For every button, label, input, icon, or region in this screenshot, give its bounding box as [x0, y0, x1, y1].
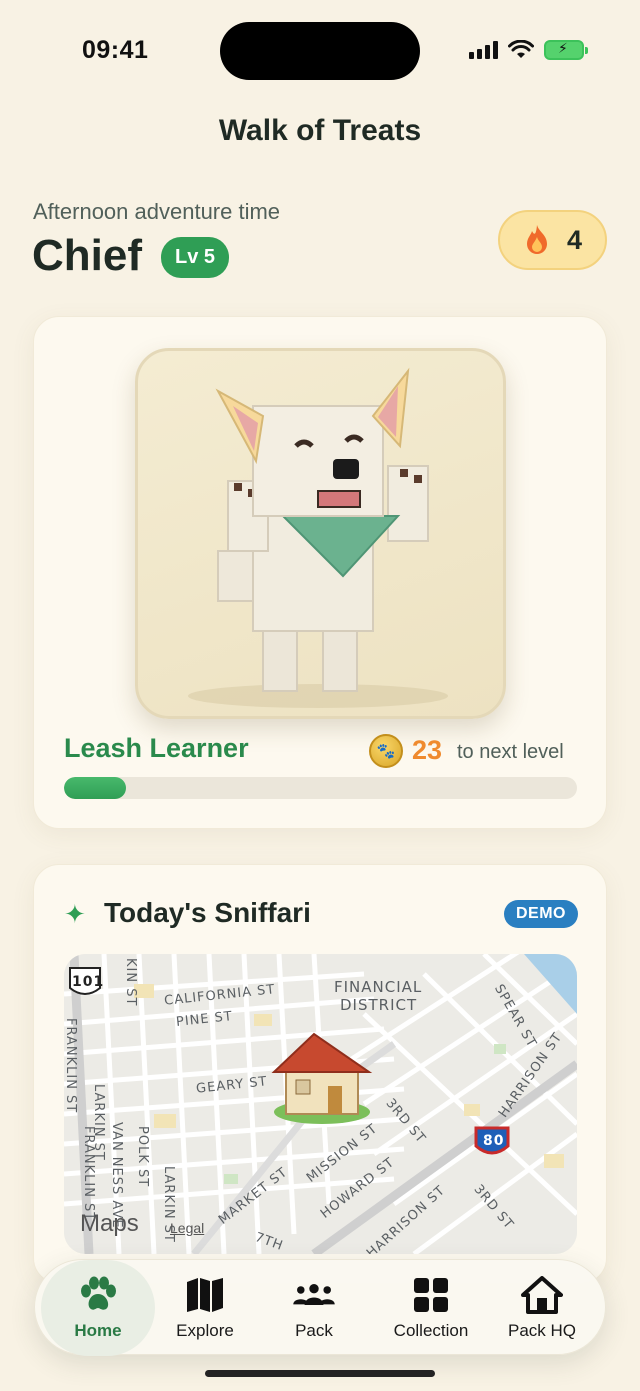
sparkle-icon: ✦ [64, 899, 86, 929]
group-icon [292, 1275, 336, 1315]
sniffari-card: ✦ Today's Sniffari DEMO 101 80 CALIFORNI… [33, 864, 607, 1284]
sniffari-title: Today's Sniffari [104, 897, 311, 928]
paw-coin-icon: 🐾 [369, 734, 403, 768]
tab-pack[interactable]: Pack [257, 1260, 371, 1356]
map-label-district: DISTRICT [340, 996, 418, 1014]
streak-pill[interactable]: 4 [498, 210, 607, 270]
tab-collection-label: Collection [393, 1321, 469, 1340]
map-label-101: 101 [72, 974, 105, 990]
grid-icon [409, 1275, 453, 1315]
app-title: Walk of Treats [218, 114, 422, 147]
paw-icon [76, 1275, 120, 1315]
tab-bar: Home Explore Pack Collection Pack HQ [34, 1259, 606, 1356]
dog-card: Leash Learner 🐾 23 to next level [33, 316, 607, 829]
xp-progress-bar [64, 777, 577, 799]
map-icon [183, 1275, 227, 1315]
map-label-franklin-2: FRANKLIN ST [81, 1126, 96, 1222]
streak-count: 4 [566, 224, 583, 255]
flame-icon [526, 225, 547, 254]
house-icon [520, 1275, 564, 1315]
level-badge: Lv 5 [161, 237, 230, 278]
demo-badge: DEMO [504, 900, 578, 928]
tab-pack-hq[interactable]: Pack HQ [485, 1260, 599, 1356]
status-icons: ⚡ [469, 40, 588, 60]
tab-explore[interactable]: Explore [148, 1260, 262, 1356]
maps-brand: Maps [80, 1210, 139, 1237]
tab-explore-label: Explore [176, 1321, 234, 1340]
map-label-80: 80 [483, 1133, 505, 1149]
map-label-franklin-1: FRANKLIN ST [64, 1018, 78, 1114]
map-label-polk: POLK ST [135, 1126, 150, 1188]
greeting-text: Afternoon adventure time [33, 199, 281, 224]
tab-home[interactable]: Home [41, 1260, 155, 1356]
tab-home-label: Home [74, 1321, 122, 1340]
tab-pack-hq-label: Pack HQ [507, 1321, 577, 1340]
dynamic-island [220, 22, 420, 80]
xp-label: to next level [457, 741, 564, 763]
map-label-financial: FINANCIAL [334, 978, 423, 996]
wifi-icon [508, 40, 534, 58]
status-bar: 09:41 ⚡ [0, 0, 640, 100]
xp-remaining: 23 [412, 735, 443, 765]
map-label-kin: KIN ST [123, 958, 138, 1007]
tab-collection[interactable]: Collection [374, 1260, 488, 1356]
sniffari-map[interactable]: 101 80 CALIFORNIA ST PINE ST FINANCIAL D… [64, 954, 577, 1254]
battery-charging-icon: ⚡ [544, 40, 588, 60]
tab-pack-label: Pack [295, 1321, 333, 1340]
dog-name: Chief [32, 231, 142, 280]
dog-avatar-image[interactable] [135, 348, 506, 719]
cellular-signal-icon [469, 41, 498, 59]
xp-progress-fill [64, 777, 126, 799]
rank-title: Leash Learner [64, 733, 249, 763]
status-time: 09:41 [82, 36, 149, 64]
home-indicator[interactable] [205, 1370, 435, 1377]
maps-legal-link[interactable]: Legal [170, 1220, 204, 1236]
